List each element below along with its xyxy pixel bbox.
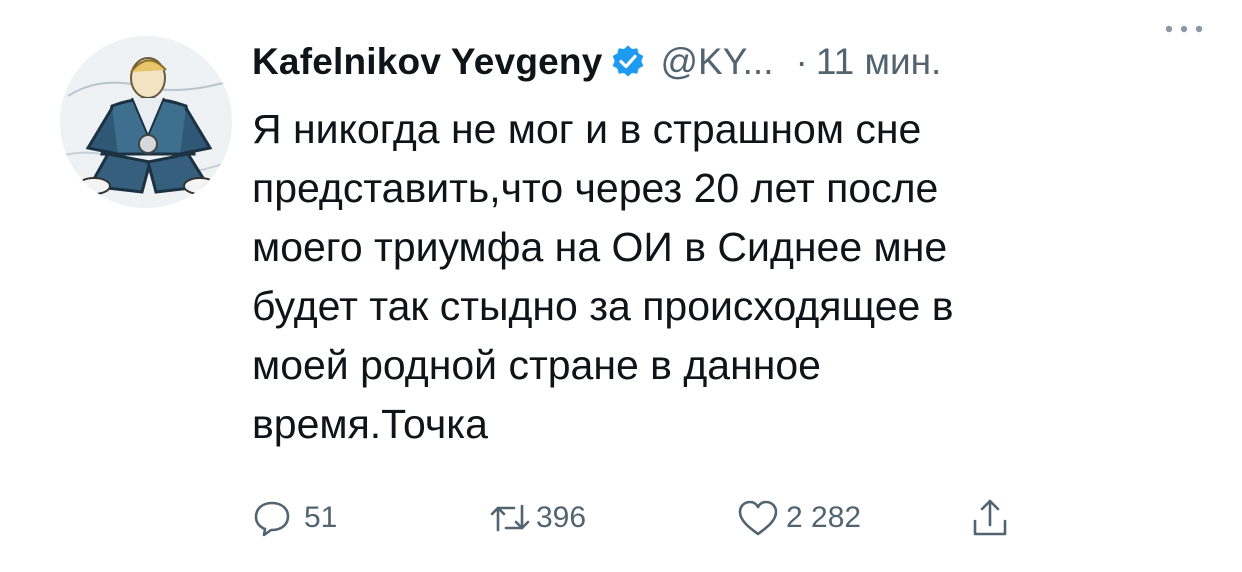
- tweet-content: Kafelnikov Yevgeny @KY... · 11 мин. Я ни…: [252, 34, 1212, 454]
- tweet-header: Kafelnikov Yevgeny @KY... · 11 мин.: [252, 34, 1212, 90]
- heart-icon: [736, 498, 780, 538]
- like-button[interactable]: 2 282: [736, 496, 861, 540]
- author-name[interactable]: Kafelnikov Yevgeny: [252, 41, 602, 83]
- avatar-image: [60, 36, 232, 208]
- share-button[interactable]: [970, 496, 1010, 540]
- author-handle[interactable]: @KY...: [660, 41, 773, 83]
- retweet-icon: [488, 498, 532, 538]
- reply-button[interactable]: 51: [252, 496, 337, 540]
- avatar[interactable]: [60, 36, 232, 208]
- reply-bubble-icon: [252, 498, 292, 538]
- share-icon: [970, 497, 1010, 539]
- verified-badge-icon: [610, 44, 646, 80]
- retweet-count: 396: [536, 501, 587, 534]
- tweet[interactable]: Kafelnikov Yevgeny @KY... · 11 мин. Я ни…: [0, 0, 1242, 572]
- retweet-button[interactable]: 396: [488, 496, 586, 540]
- tweet-actions: 51 396 2 282: [252, 496, 1072, 540]
- separator-dot: ·: [795, 41, 808, 82]
- like-count: 2 282: [786, 501, 862, 534]
- timestamp[interactable]: 11 мин.: [816, 41, 942, 83]
- reply-count: 51: [304, 501, 338, 534]
- tweet-text: Я никогда не мог и в страшном сне предст…: [252, 106, 954, 447]
- more-dots-icon[interactable]: [1162, 22, 1206, 36]
